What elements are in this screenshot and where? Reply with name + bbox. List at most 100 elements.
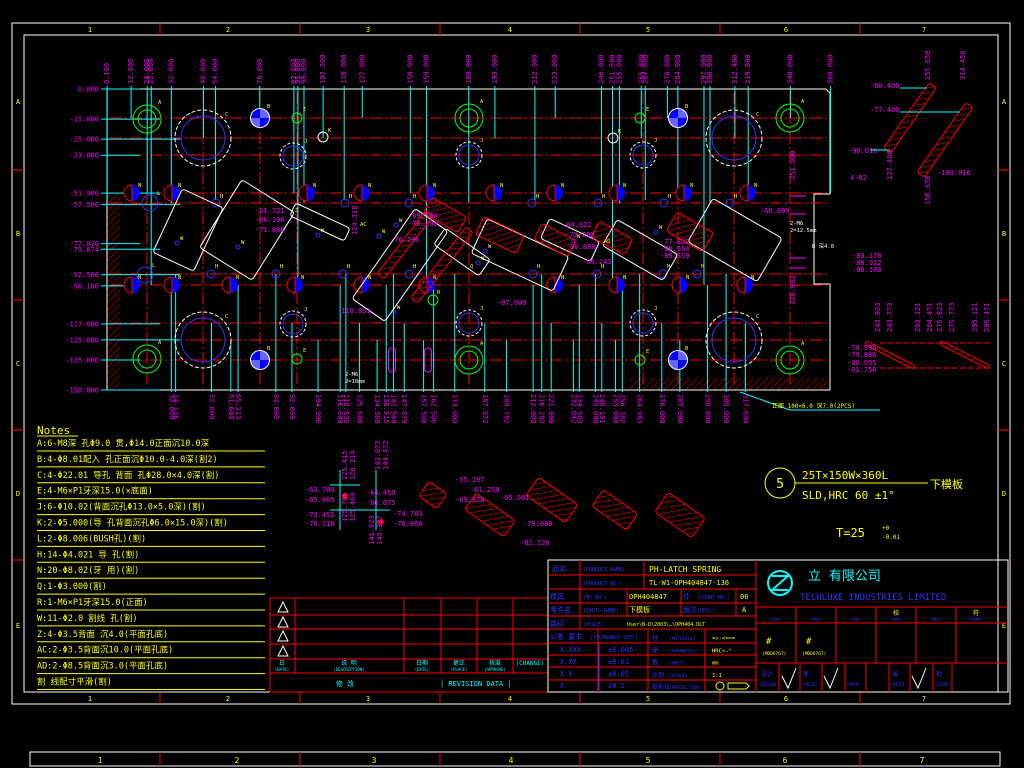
hole-J-inner xyxy=(282,145,304,167)
bottom-dimension: 134.380 xyxy=(373,394,381,424)
hole-label: N xyxy=(500,183,503,189)
top-dimension: 319.000 xyxy=(744,54,752,84)
bottom-dimension: 264.983 xyxy=(636,394,644,424)
detail-dimension: -55.197 xyxy=(455,476,485,484)
part-material: SLD,HRC 60 ±1° xyxy=(802,489,895,502)
hole-W xyxy=(653,229,659,235)
bottom-dimension: 162.506 xyxy=(430,394,438,424)
bottom-dimension: 147.879 xyxy=(400,394,408,424)
zone-row-label: D xyxy=(1002,490,1006,498)
revision-header: 说 明 xyxy=(341,659,357,667)
part-name: 下模板 xyxy=(629,605,650,614)
prop-label-en: (UNIT) xyxy=(669,661,685,667)
top-dimension: 150.900 xyxy=(406,54,414,84)
product-name: PH-LATCH SPRING xyxy=(649,565,721,574)
bottom-dimension: 118.836 xyxy=(342,394,350,424)
bottom-dimension: 212.000 xyxy=(529,394,537,424)
zone-column-label: 7 xyxy=(922,26,926,34)
bottom-dimension: 157.500 xyxy=(420,394,428,424)
prop-value: HRC<-° xyxy=(712,648,732,654)
top-dimension: 32.000 xyxy=(167,59,175,84)
detail-dimension: 125.415 xyxy=(341,450,349,480)
hole-N-half xyxy=(163,276,173,294)
title-field: (MC NO.) xyxy=(583,595,607,601)
detail-dimension: -65.865 xyxy=(305,496,335,504)
hole-label: B xyxy=(267,346,271,352)
title-field: (REV.) xyxy=(697,608,715,614)
side-dimension: 296.471 xyxy=(983,302,991,332)
note-item: E:4-M6×P1牙深15.0(×底面) xyxy=(37,486,153,497)
top-dimension: 312.400 xyxy=(731,54,739,84)
hole-label: H xyxy=(734,194,737,200)
hole-label: W xyxy=(659,225,663,231)
hole-label: W xyxy=(382,229,386,235)
hole-label: N xyxy=(690,183,693,189)
side-dimension: 275.823 xyxy=(936,302,944,332)
hole-label: C xyxy=(225,112,228,118)
detail-dimension: -76.118 xyxy=(305,520,335,528)
hole-N-half xyxy=(163,184,173,202)
note-item: H:14-Φ4.021 导 孔(割) xyxy=(37,549,139,560)
hole-label: H xyxy=(536,194,539,200)
hole-label: N xyxy=(561,275,564,281)
left-dimension: -98.100 xyxy=(69,282,99,290)
detail-dimension: -66.675 xyxy=(366,499,396,507)
label: 品名 xyxy=(552,564,566,573)
dimension-label: -60.000 xyxy=(760,207,790,215)
dimension-label: -66.106 xyxy=(255,216,285,224)
note-item: 割 线配寸平滑(割) xyxy=(37,677,112,688)
grid-header: 符 xyxy=(973,609,979,617)
top-dimension: 246.000 xyxy=(597,54,605,84)
top-dimension: 278.800 xyxy=(663,54,671,84)
zone-row-label: A xyxy=(1002,98,1007,106)
signoff-label: 省 xyxy=(892,670,898,678)
zone-column-label: 7 xyxy=(922,695,926,703)
hole-label: N xyxy=(138,183,141,189)
top-dimension: 0.100 xyxy=(103,63,111,84)
left-dimension: -150.000 xyxy=(65,387,99,395)
dimension-label: -86.243 xyxy=(582,258,612,266)
dimension-label: -110.831 xyxy=(337,307,371,315)
hole-label: J xyxy=(304,139,307,145)
side-dimension: 243.773 xyxy=(886,302,894,332)
side-dimension: 275.773 xyxy=(948,302,956,332)
tolerance-minus: -0.01 xyxy=(882,534,900,541)
prop-value: mm xyxy=(712,661,719,667)
annotation: 2=12.5mm xyxy=(790,228,817,234)
detail-dimension: 125.765 xyxy=(341,492,349,522)
dimension-label: -70.106 xyxy=(408,220,438,228)
bottom-dimension: 298.800 xyxy=(704,394,712,424)
hatched-insert xyxy=(475,216,525,254)
title-field: (PLACE) xyxy=(583,622,604,628)
hole-label: L xyxy=(157,191,161,197)
bottom-dimension: 198.782 xyxy=(503,394,511,424)
dimension-label: 351.900 xyxy=(789,150,797,180)
side-dimension: 314.456 xyxy=(959,50,967,80)
top-dimension: 212.900 xyxy=(531,54,539,84)
revision-header-en: (DATE) xyxy=(415,667,429,672)
detail-dimension: -69.878 xyxy=(455,496,485,504)
hole-J xyxy=(279,310,307,338)
id-mark: # xyxy=(766,637,772,647)
revision-triangle-icon xyxy=(277,629,289,642)
signoff-label-en: (CHECK) xyxy=(801,682,818,687)
dimension-label: -61.721 xyxy=(255,207,285,215)
hole-N-half xyxy=(608,184,618,202)
annotation: 2-M6 xyxy=(790,221,803,227)
side-dimension: 295.121 xyxy=(971,302,979,332)
bottom-dimension: 317.600 xyxy=(741,394,749,424)
zone-column-label: 5 xyxy=(646,26,650,34)
hole-label: N xyxy=(138,275,141,281)
part-spec: 5 25T×150W×360L SLD,HRC 60 ±1° 下模板 T=25 … xyxy=(764,467,963,541)
dimension-label: -64.622 xyxy=(562,221,592,229)
revision-header: 日期 xyxy=(416,659,428,667)
side-dimension: 4-R2 xyxy=(850,174,867,182)
bottom-dimension: 65.213 xyxy=(234,394,242,419)
mold-number: OPH404847 xyxy=(629,593,667,601)
notes-section: Notes A:6-M8深 孔Φ9.0 贯,Φ14.0正面沉10.0深 B:4-Φ… xyxy=(37,424,265,690)
left-dimension: 0.000 xyxy=(78,86,99,94)
detail-dimension: -76.868 xyxy=(393,520,423,528)
product-number: TL-W1-OPH404847-136 xyxy=(649,579,729,587)
detail-dimension: -61.258 xyxy=(470,486,500,494)
cad-drawing-canvas[interactable]: 1 1 2 2 3 3 4 4 5 5 6 6 7 7 1 2 3 4 5 6 7 A A B B C C D D E E 0.100 12.… xyxy=(0,0,1024,768)
